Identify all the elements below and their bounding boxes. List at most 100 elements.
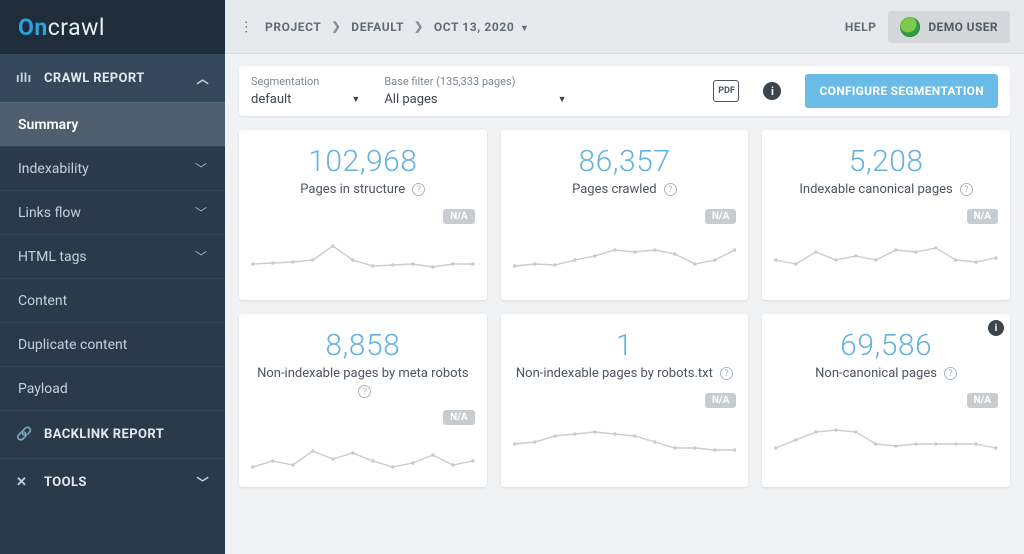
metric-label: Pages in structure ? [300, 181, 425, 199]
section-label: CRAWL REPORT [44, 71, 197, 86]
section-label: TOOLS [44, 475, 197, 490]
metric-card[interactable]: 1 Non-indexable pages by robots.txt ? N/A [501, 314, 749, 487]
metric-value: 86,357 [579, 144, 671, 179]
logo-part2: crawl [48, 14, 105, 41]
help-icon[interactable]: ? [358, 385, 371, 398]
user-chip[interactable]: DEMO USER [888, 11, 1010, 43]
section-label: BACKLINK REPORT [44, 427, 209, 442]
crumb-project[interactable]: PROJECT [265, 20, 321, 34]
link-icon: 🔗 [16, 427, 34, 442]
sidebar-item-indexability[interactable]: Indexability ﹀ [0, 146, 225, 190]
bars-icon: ıllı [16, 71, 34, 86]
info-icon[interactable]: i [763, 82, 781, 100]
section-crawl-report[interactable]: ıllı CRAWL REPORT ︿ [0, 54, 225, 102]
chevron-right-icon: ❯ [414, 20, 424, 33]
metric-card[interactable]: 5,208 Indexable canonical pages ? N/A [762, 130, 1010, 300]
metric-value: 1 [616, 328, 633, 363]
filter-value: default [251, 92, 291, 107]
chevron-down-icon: ﹀ [195, 204, 207, 221]
user-name: DEMO USER [928, 20, 998, 34]
sidebar-item-content[interactable]: Content [0, 278, 225, 322]
chevron-up-icon: ︿ [197, 70, 209, 87]
caret-down-icon: ▼ [351, 94, 360, 105]
basefilter-filter: Base filter (135,333 pages) All pages ▼ [384, 75, 566, 107]
na-badge: N/A [705, 209, 737, 224]
sparkline [251, 230, 475, 276]
info-icon[interactable]: i [988, 320, 1004, 336]
section-backlink-report[interactable]: 🔗 BACKLINK REPORT [0, 410, 225, 458]
filter-value: All pages [384, 92, 437, 107]
na-badge: N/A [443, 209, 475, 224]
help-icon[interactable]: ? [944, 367, 957, 380]
sparkline [251, 431, 475, 477]
metric-card[interactable]: i 69,586 Non-canonical pages ? N/A [762, 314, 1010, 487]
help-icon[interactable]: ? [720, 367, 733, 380]
metric-value: 8,858 [325, 328, 400, 363]
basefilter-select[interactable]: All pages ▼ [384, 92, 566, 107]
sidebar-item-payload[interactable]: Payload [0, 366, 225, 410]
nav: ıllı CRAWL REPORT ︿ Summary Indexability ﹀… [0, 54, 225, 554]
kebab-icon[interactable]: ⋯ [238, 20, 254, 34]
sidebar-item-label: Duplicate content [18, 337, 127, 353]
sidebar-item-links-flow[interactable]: Links flow ﹀ [0, 190, 225, 234]
metric-label: Indexable canonical pages ? [799, 181, 973, 199]
chevron-down-icon: ﹀ [195, 248, 207, 265]
metric-value: 5,208 [849, 144, 924, 179]
metric-label: Non-indexable pages by meta robots ? [251, 365, 475, 400]
metric-value: 102,968 [308, 144, 417, 179]
sparkline [774, 230, 998, 276]
sidebar-item-duplicate-content[interactable]: Duplicate content [0, 322, 225, 366]
cards-grid: 102,968 Pages in structure ? N/A 86,357 Page… [225, 116, 1024, 554]
tools-icon: ✕ [16, 475, 34, 490]
na-badge: N/A [705, 393, 737, 408]
pdf-icon: PDF [718, 86, 735, 96]
sidebar-item-label: Content [18, 293, 67, 309]
metric-card[interactable]: 8,858Non-indexable pages by meta robots … [239, 314, 487, 487]
logo[interactable]: Oncrawl [0, 0, 225, 54]
metric-card[interactable]: 86,357 Pages crawled ? N/A [501, 130, 749, 300]
sidebar-item-html-tags[interactable]: HTML tags ﹀ [0, 234, 225, 278]
na-badge: N/A [967, 393, 999, 408]
caret-down-icon: ▼ [558, 94, 567, 105]
metric-value: 69,586 [840, 328, 932, 363]
segmentation-select[interactable]: default ▼ [251, 92, 360, 107]
crumb-default[interactable]: DEFAULT [351, 20, 404, 34]
help-icon[interactable]: ? [412, 183, 425, 196]
help-icon[interactable]: ? [960, 183, 973, 196]
sidebar-item-summary[interactable]: Summary [0, 102, 225, 146]
avatar [900, 17, 920, 37]
caret-down-icon: ▼ [520, 24, 530, 34]
chevron-down-icon: ﹀ [197, 474, 209, 491]
filter-label: Base filter (135,333 pages) [384, 75, 566, 88]
sidebar: Oncrawl ıllı CRAWL REPORT ︿ Summary Index… [0, 0, 225, 554]
filter-label: Segmentation [251, 75, 360, 88]
sidebar-item-label: Payload [18, 381, 68, 397]
metric-label: Non-indexable pages by robots.txt ? [516, 365, 733, 383]
filter-bar: Segmentation default ▼ Base filter (135,… [239, 66, 1010, 116]
configure-segmentation-button[interactable]: CONFIGURE SEGMENTATION [805, 74, 998, 108]
topbar: ⋯ PROJECT ❯ DEFAULT ❯ OCT 13, 2020 ▼ HEL… [225, 0, 1024, 54]
na-badge: N/A [443, 410, 475, 425]
breadcrumb: PROJECT ❯ DEFAULT ❯ OCT 13, 2020 ▼ [265, 20, 529, 34]
metric-label: Pages crawled ? [572, 181, 677, 199]
segmentation-filter: Segmentation default ▼ [251, 75, 360, 107]
sidebar-item-label: Summary [18, 117, 78, 133]
main: ⋯ PROJECT ❯ DEFAULT ❯ OCT 13, 2020 ▼ HEL… [225, 0, 1024, 554]
sidebar-item-label: Links flow [18, 205, 81, 221]
pdf-button[interactable]: PDF [713, 80, 739, 102]
sidebar-item-label: Indexability [18, 161, 89, 177]
metric-card[interactable]: 102,968 Pages in structure ? N/A [239, 130, 487, 300]
help-link[interactable]: HELP [845, 20, 876, 34]
section-tools[interactable]: ✕ TOOLS ﹀ [0, 458, 225, 506]
sidebar-item-label: HTML tags [18, 249, 87, 265]
metric-label: Non-canonical pages ? [815, 365, 957, 383]
sparkline [513, 414, 737, 460]
sparkline [774, 414, 998, 460]
logo-part1: On [18, 14, 48, 41]
chevron-down-icon: ﹀ [195, 160, 207, 177]
sparkline [513, 230, 737, 276]
help-icon[interactable]: ? [664, 183, 677, 196]
chevron-right-icon: ❯ [331, 20, 341, 33]
na-badge: N/A [967, 209, 999, 224]
crumb-date[interactable]: OCT 13, 2020 ▼ [434, 20, 530, 34]
